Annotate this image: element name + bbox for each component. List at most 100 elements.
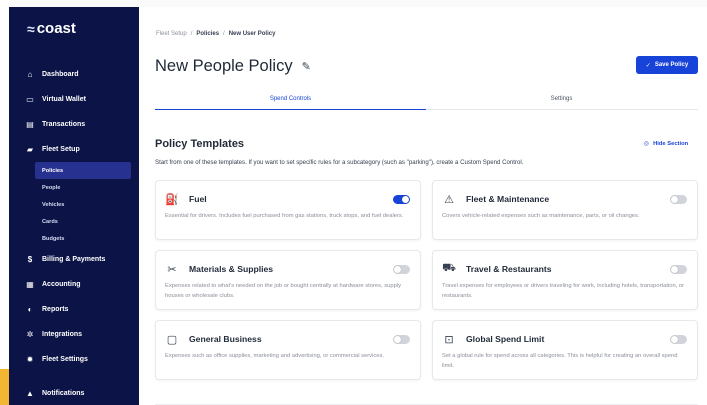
template-title: General Business [189, 334, 262, 344]
save-policy-label: Save Policy [654, 62, 689, 68]
tab-settings[interactable]: Settings [426, 96, 697, 110]
breadcrumb-item-policies[interactable]: Policies [196, 31, 219, 37]
sidebar-subitem-label: Vehicles [42, 201, 65, 208]
sidebar-item-reports[interactable]: ◐ Reports [9, 297, 139, 322]
main-content: Fleet Setup / Policies / New User Policy… [139, 7, 707, 405]
sidebar: ≈ coast ⌂ Dashboard ▭ Virtual Wallet ▤ T… [9, 7, 139, 405]
breadcrumb-separator: / [190, 31, 193, 37]
ledger-icon: ▦ [26, 279, 34, 289]
fuel-pump-icon: ⛽ [165, 193, 179, 206]
template-toggle-fuel[interactable] [393, 195, 410, 204]
section-description: Start from one of these templates. If yo… [155, 159, 524, 166]
toggle-knob [394, 266, 401, 273]
hide-section-label: Hide Section [653, 141, 689, 147]
toggle-knob [671, 196, 678, 203]
eye-off-icon: ◎ [644, 141, 650, 147]
sidebar-item-fleet-settings[interactable]: ✹ Fleet Settings [9, 347, 139, 372]
top-strip [0, 0, 707, 7]
logo-text: coast [36, 20, 76, 37]
gear-icon: ✹ [26, 354, 34, 364]
template-title: Fleet & Maintenance [466, 194, 550, 204]
template-toggle-materials-supplies[interactable] [393, 265, 410, 274]
sidebar-subitem-label: People [42, 184, 61, 191]
check-icon: ✓ [645, 62, 651, 69]
home-icon: ⌂ [27, 69, 33, 79]
template-title: Fuel [189, 194, 207, 204]
template-card-materials-supplies[interactable]: ✂ Materials & Supplies Expenses related … [155, 250, 421, 310]
template-toggle-fleet-maintenance[interactable] [670, 195, 687, 204]
template-title: Global Spend Limit [466, 334, 545, 344]
pie-chart-icon: ◐ [27, 304, 33, 314]
sidebar-item-integrations[interactable]: ✲ Integrations [9, 322, 139, 347]
truck-icon: ▰ [26, 144, 34, 154]
sidebar-subitem-cards[interactable]: Cards [9, 213, 139, 230]
coast-logo-icon: ≈ [27, 20, 35, 37]
template-toggle-general-business[interactable] [393, 335, 410, 344]
toggle-knob [394, 336, 401, 343]
wrench-icon: ⚠ [444, 193, 454, 206]
template-card-general-business[interactable]: ▢ General Business Expenses such as offi… [155, 320, 421, 380]
sidebar-item-dashboard[interactable]: ⌂ Dashboard [9, 62, 139, 87]
sidebar-bottom: ▲ Notifications [9, 381, 139, 405]
breadcrumb-separator: / [223, 31, 225, 37]
template-description: Covers vehicle-related expenses such as … [442, 213, 640, 219]
sidebar-subitem-policies[interactable]: Policies [35, 162, 131, 179]
template-card-travel-restaurants[interactable]: ⛟ Travel & Restaurants Travel expenses f… [432, 250, 698, 310]
sidebar-item-label: Accounting [42, 281, 81, 288]
page-title: New People Policy [155, 57, 293, 75]
save-policy-button[interactable]: ✓ Save Policy [636, 56, 698, 74]
template-card-fleet-maintenance[interactable]: ⚠ Fleet & Maintenance Covers vehicle-rel… [432, 180, 698, 240]
template-description: Expenses related to what's needed on the… [165, 283, 402, 299]
sidebar-item-label: Integrations [42, 331, 83, 338]
plug-icon: ✲ [26, 329, 34, 339]
sidebar-item-label: Reports [42, 306, 69, 313]
toggle-knob [671, 266, 678, 273]
sidebar-item-notifications[interactable]: ▲ Notifications [9, 381, 139, 405]
section-title: Policy Templates [155, 138, 245, 150]
sidebar-item-label: Transactions [42, 121, 86, 128]
sidebar-item-transactions[interactable]: ▤ Transactions [9, 112, 139, 137]
lock-icon: ⊡ [444, 333, 454, 346]
sidebar-item-fleet-setup[interactable]: ▰ Fleet Setup [9, 137, 139, 162]
hide-section-link[interactable]: ◎ Hide Section [644, 141, 688, 147]
sidebar-item-label: Notifications [42, 390, 85, 397]
car-icon: ⛟ [442, 262, 456, 274]
sidebar-subitem-budgets[interactable]: Budgets [9, 230, 139, 247]
bell-icon: ▲ [26, 388, 34, 398]
template-description: Travel expenses for employees or drivers… [442, 283, 685, 299]
tools-icon: ✂ [167, 263, 177, 276]
sidebar-item-billing-payments[interactable]: $ Billing & Payments [9, 247, 139, 272]
sidebar-subitem-vehicles[interactable]: Vehicles [9, 196, 139, 213]
sidebar-subitem-label: Cards [42, 218, 58, 225]
breadcrumb-item-fleet-setup[interactable]: Fleet Setup [156, 31, 187, 37]
toggle-knob [402, 196, 409, 203]
template-card-fuel[interactable]: ⛽ Fuel Essential for drivers. Includes f… [155, 180, 421, 240]
sidebar-item-label: Billing & Payments [42, 256, 106, 263]
logo[interactable]: ≈ coast [27, 20, 76, 37]
sidebar-item-label: Fleet Settings [42, 356, 88, 363]
sidebar-item-accounting[interactable]: ▦ Accounting [9, 272, 139, 297]
page-title-row: New People Policy ✎ [155, 57, 311, 76]
template-title: Materials & Supplies [189, 264, 274, 274]
sidebar-item-label: Fleet Setup [42, 146, 80, 153]
template-card-global-spend-limit[interactable]: ⊡ Global Spend Limit Set a global rule f… [432, 320, 698, 380]
sidebar-subitem-label: Policies [42, 167, 64, 174]
list-icon: ▤ [26, 119, 34, 129]
toggle-knob [671, 336, 678, 343]
template-description: Set a global rule for spend across all c… [442, 353, 678, 369]
pencil-icon[interactable]: ✎ [302, 60, 311, 73]
clipboard-icon: ▢ [166, 333, 178, 346]
dollar-icon: $ [27, 254, 33, 264]
sidebar-item-label: Virtual Wallet [42, 96, 86, 103]
tab-spend-controls[interactable]: Spend Controls [155, 96, 426, 110]
wallet-icon: ▭ [26, 94, 34, 104]
template-description: Expenses such as office supplies, market… [165, 353, 384, 359]
sidebar-item-label: Dashboard [42, 71, 79, 78]
breadcrumb-item-current: New User Policy [228, 31, 276, 37]
sidebar-item-virtual-wallet[interactable]: ▭ Virtual Wallet [9, 87, 139, 112]
template-toggle-travel-restaurants[interactable] [670, 265, 687, 274]
tab-bar: Spend Controls Settings [155, 96, 698, 110]
template-toggle-global-spend-limit[interactable] [670, 335, 687, 344]
template-description: Essential for drivers. Includes fuel pur… [165, 213, 404, 219]
sidebar-subitem-people[interactable]: People [9, 179, 139, 196]
